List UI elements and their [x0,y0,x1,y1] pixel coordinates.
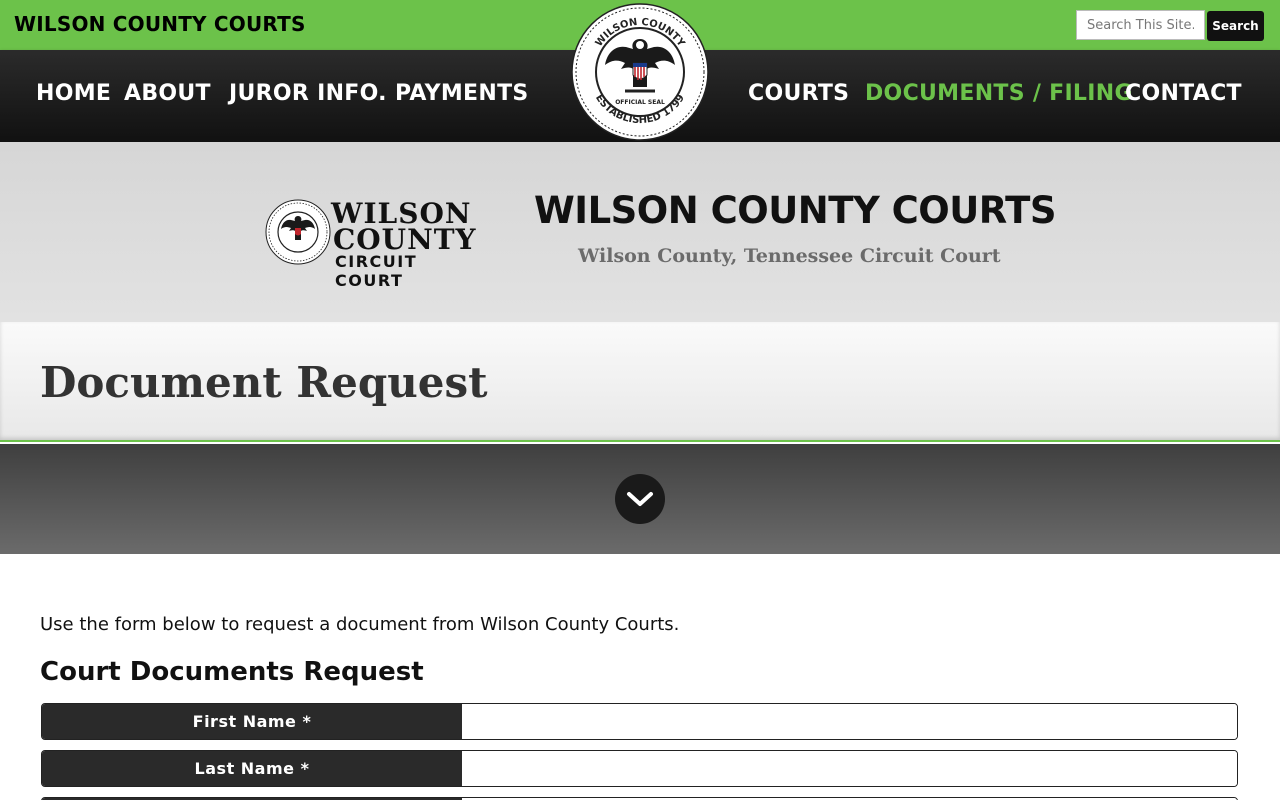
site-title[interactable]: WILSON COUNTY COURTS [14,12,306,36]
first-name-label: First Name * [42,704,462,739]
seal-inner-text: OFFICIAL SEAL [615,99,665,106]
banner-title: WILSON COUNTY COURTS [534,189,1057,232]
nav-item-about[interactable]: ABOUT [124,81,211,106]
page-title: Document Request [40,358,488,407]
chevron-down-icon [627,492,653,506]
last-name-field[interactable] [462,751,1237,786]
circuit-court-logo[interactable]: WILSON COUNTY CIRCUIT COURT [265,197,476,290]
intro-text: Use the form below to request a document… [40,614,680,635]
small-seal-icon [265,199,331,265]
nav-item-payments[interactable]: PAYMENTS [395,81,529,106]
form-title: Court Documents Request [40,657,424,687]
search-button[interactable]: Search [1207,11,1264,41]
header-banner: WILSON COUNTY CIRCUIT COURT WILSON COUNT… [0,142,1280,322]
page-title-band: Document Request [0,322,1280,442]
nav-item-courts[interactable]: COURTS [748,81,849,106]
last-name-label: Last Name * [42,751,462,786]
first-name-field[interactable] [462,704,1237,739]
logo-text-circuit-court: CIRCUIT COURT [335,252,418,290]
first-name-row: First Name * [41,703,1238,740]
nav-item-contact[interactable]: CONTACT [1125,81,1242,106]
banner-subtitle: Wilson County, Tennessee Circuit Court [578,245,1001,267]
last-name-row: Last Name * [41,750,1238,787]
nav-item-juror-info[interactable]: JUROR INFO. [229,81,387,106]
scroll-down-button[interactable] [615,474,665,524]
county-seal-logo[interactable]: WILSON COUNTY ESTABLISHED 1799 OFFICIAL … [571,3,709,141]
search-input[interactable] [1076,10,1205,40]
nav-item-home[interactable]: HOME [36,81,111,106]
nav-item-documents-filing[interactable]: DOCUMENTS / FILING [865,81,1133,106]
scroll-band [0,444,1280,554]
